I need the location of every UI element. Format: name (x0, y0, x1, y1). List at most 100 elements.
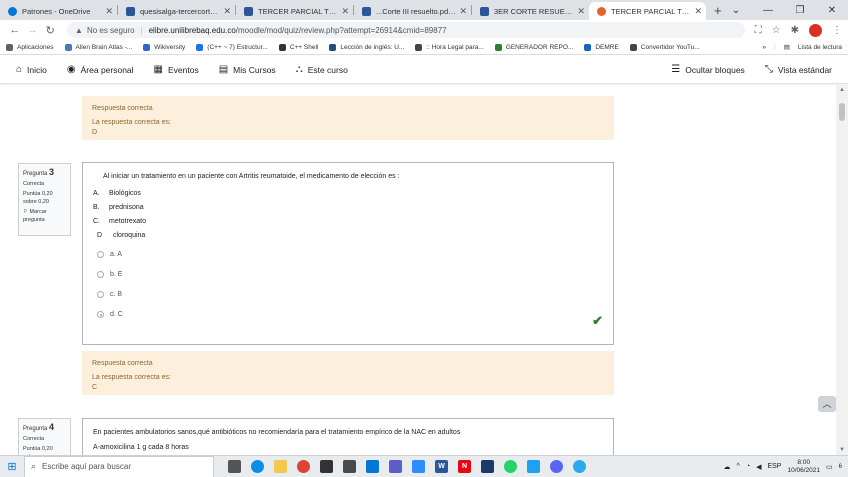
nav-label: Ocultar bloques (685, 64, 745, 75)
question-box: Al iniciar un tratamiento en un paciente… (82, 162, 614, 345)
browser-tab[interactable]: 3ER CORTE RESUELTOU.pdf... ✕ (472, 2, 589, 20)
bookmark-item[interactable]: Lección de inglés: U... (329, 43, 404, 51)
maximize-icon[interactable]: ❐ (784, 5, 816, 16)
nav-my-courses[interactable]: ▤ Mis Cursos (219, 64, 276, 75)
store-icon[interactable] (320, 460, 333, 473)
nav-events[interactable]: ▦ Eventos (154, 64, 199, 75)
standard-view-button[interactable]: ⤡ Vista estándar (765, 64, 832, 75)
page-scrollbar[interactable]: ▲ ▼ (836, 85, 848, 455)
translate-icon[interactable]: ⛶ (755, 25, 762, 36)
bookmark-label: Wikiversity (154, 43, 186, 51)
scrollbar-thumb[interactable] (839, 103, 845, 121)
whatsapp-icon[interactable] (504, 460, 517, 473)
search-icon: ⌕ (31, 461, 37, 471)
bookmark-item[interactable]: Wikiversity (143, 43, 186, 51)
search-placeholder: Escribe aquí para buscar (42, 462, 131, 471)
nav-label: Vista estándar (777, 64, 832, 75)
nav-this-course[interactable]: ⛬ Este curso (296, 64, 348, 75)
courses-icon: ▤ (218, 64, 229, 75)
netflix-icon[interactable]: N (458, 460, 471, 473)
telegram-icon[interactable] (573, 460, 586, 473)
address-bar[interactable]: ▲ No es seguro | elibre.unilibrebaq.edu.… (67, 22, 745, 38)
nav-dashboard[interactable]: ◉ Área personal (67, 64, 134, 75)
avatar[interactable] (809, 23, 822, 37)
zoom-icon[interactable] (412, 460, 425, 473)
reading-list-icon[interactable]: ▤ (784, 43, 790, 51)
file-explorer-icon[interactable] (274, 460, 287, 473)
star-icon[interactable]: ☆ (772, 25, 781, 36)
bookmarks-bar: Aplicaciones Allen Brain Atlas -... Wiki… (0, 40, 848, 55)
bookmark-item[interactable]: Allen Brain Atlas -... (64, 43, 132, 51)
bookmark-item[interactable]: :: Hora Legal para... (415, 43, 484, 51)
close-tab-icon[interactable]: ✕ (459, 6, 467, 17)
chevron-up-icon[interactable]: ^ (737, 463, 740, 470)
back-icon[interactable]: ← (6, 24, 24, 36)
scroll-up-arrow-icon[interactable]: ▲ (836, 87, 848, 93)
hide-blocks-button[interactable]: ☰ Ocultar bloques (671, 64, 745, 75)
browser-tab[interactable]: quesisalga-tercercorte (1).p... ✕ (118, 2, 235, 20)
word-icon[interactable]: W (435, 460, 448, 473)
tab-search-icon[interactable]: ⌄ (720, 5, 752, 16)
windows-start-icon[interactable]: ⊞ (0, 460, 24, 473)
edge-icon[interactable] (251, 460, 264, 473)
address-row: ← → ↻ ▲ No es seguro | elibre.unilibreba… (0, 20, 848, 40)
option-text: cloroquina (113, 232, 146, 239)
close-tab-icon[interactable]: ✕ (694, 6, 702, 17)
scroll-down-arrow-icon[interactable]: ▼ (836, 447, 848, 453)
back-to-top-button[interactable]: ︿ (818, 396, 836, 412)
bookmark-apps[interactable]: Aplicaciones (6, 43, 54, 51)
nav-home[interactable]: ⌂ Inicio (16, 64, 47, 75)
sitemap-icon: ⛬ (295, 64, 303, 75)
bookmark-item[interactable]: DEMRE (584, 43, 619, 51)
close-tab-icon[interactable]: ✕ (105, 6, 113, 17)
feedback-title: Respuesta correcta (92, 105, 153, 112)
reading-list-label[interactable]: Lista de lectura (798, 44, 842, 51)
browser-tab[interactable]: Patrones - OneDrive ✕ (0, 2, 117, 20)
task-view-icon[interactable] (228, 460, 241, 473)
menu-icon[interactable]: ⋮ (832, 25, 842, 36)
close-tab-icon[interactable]: ✕ (341, 6, 349, 17)
bookmark-item[interactable]: Convertidor YouTu... (629, 43, 700, 51)
notifications-icon[interactable]: ▭ (826, 463, 833, 471)
close-tab-icon[interactable]: ✕ (223, 6, 231, 17)
close-tab-icon[interactable]: ✕ (577, 6, 585, 17)
app-icon[interactable] (343, 460, 356, 473)
calendar-icon: ▦ (153, 64, 163, 75)
radio-button[interactable] (97, 251, 104, 258)
warning-icon[interactable]: ▲ (75, 26, 83, 35)
volume-icon[interactable]: ◀ (756, 463, 761, 471)
question-score: Puntúa 0,20 sobre 0,20 (23, 191, 53, 205)
lang-indicator[interactable]: ESP (767, 463, 781, 470)
more-bookmarks-icon[interactable]: » (762, 44, 766, 51)
mail-icon[interactable] (366, 460, 379, 473)
teams-icon[interactable] (389, 460, 402, 473)
hide-blocks-icon: ☰ (671, 64, 681, 75)
messenger-icon[interactable] (550, 460, 563, 473)
twitter-icon[interactable] (527, 460, 540, 473)
browser-tab[interactable]: ...Corte III resuelto.pdf - Mic... ✕ (354, 2, 471, 20)
radio-button-checked[interactable] (97, 311, 104, 318)
answer-option: c. B (93, 291, 603, 298)
browser-tab[interactable]: TERCER PARCIAL TEÓRICO... ✕ (236, 2, 353, 20)
close-window-icon[interactable]: ✕ (816, 5, 848, 16)
taskbar-search[interactable]: ⌕ Escribe aquí para buscar (24, 455, 214, 477)
extensions-icon[interactable]: ✱ (791, 25, 799, 36)
radio-button[interactable] (97, 291, 104, 298)
chrome-icon[interactable] (297, 460, 310, 473)
bookmark-item[interactable]: C++ Shell (278, 43, 318, 51)
network-icon[interactable]: ◔ (746, 463, 750, 470)
minimize-icon[interactable]: — (752, 5, 784, 16)
clock[interactable]: 8:00 10/06/2021 (787, 459, 820, 475)
browser-tab-active[interactable]: TERCER PARCIAL TEÓRICO... ✕ (589, 2, 706, 20)
reload-icon[interactable]: ↻ (41, 24, 59, 37)
radio-button[interactable] (97, 271, 104, 278)
bookmark-item[interactable]: (C++ ~ 7) Estructur... (196, 43, 268, 51)
toolbar-actions: ⛶ ☆ ✱ ⋮ (755, 23, 842, 37)
page-content: Respuesta correcta La respuesta correcta… (0, 85, 836, 455)
flag-question[interactable]: ⚐ Marcar pregunta (23, 208, 66, 224)
weather-icon[interactable]: ☁ (724, 463, 731, 471)
forward-icon[interactable]: → (24, 24, 42, 36)
app-icon[interactable] (481, 460, 494, 473)
bookmark-item[interactable]: GENERADOR REPO... (494, 43, 573, 51)
moodle-navbar: ⌂ Inicio ◉ Área personal ▦ Eventos ▤ Mis Cur… (0, 56, 848, 84)
